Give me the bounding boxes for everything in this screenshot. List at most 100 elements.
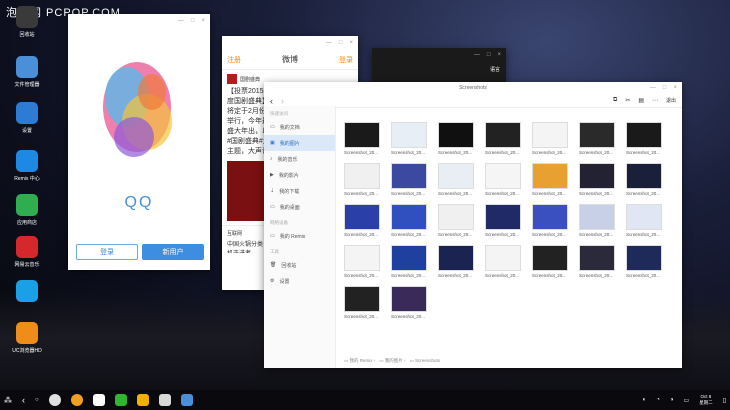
file-item[interactable]: Screenshot_20... bbox=[391, 245, 431, 278]
breadcrumb-item[interactable]: ▭ 我的 Remix › bbox=[344, 358, 375, 364]
search-icon bbox=[16, 280, 38, 302]
more-icon[interactable]: ⋯ bbox=[652, 97, 658, 104]
sidebar-item[interactable]: ▣ 我的图片 bbox=[264, 135, 335, 151]
wechat-icon[interactable] bbox=[114, 394, 127, 406]
file-item[interactable]: Screenshot_20... bbox=[438, 204, 478, 237]
close-icon[interactable]: × bbox=[497, 52, 501, 58]
file-item[interactable]: Screenshot_20... bbox=[344, 245, 384, 278]
file-item[interactable]: Screenshot_20... bbox=[485, 245, 525, 278]
thumbnail bbox=[485, 204, 521, 230]
desktop-icon[interactable]: 设置 bbox=[4, 102, 50, 134]
file-item[interactable]: Screenshot_20... bbox=[438, 122, 478, 155]
clock[interactable]: Oct 8 星期二 bbox=[699, 394, 713, 406]
chrome-icon[interactable] bbox=[48, 394, 61, 406]
sidebar-item-settings[interactable]: ⚙ 设置 bbox=[264, 273, 335, 289]
file-item[interactable]: Screenshot_20... bbox=[438, 245, 478, 278]
sidebar-item[interactable]: ▭ 我的桌面 bbox=[264, 199, 335, 215]
close-icon[interactable]: × bbox=[673, 85, 677, 91]
back-icon[interactable]: ‹ bbox=[22, 395, 25, 405]
back-icon[interactable]: ‹ bbox=[270, 96, 273, 106]
thumbnail bbox=[344, 122, 380, 148]
close-icon[interactable]: × bbox=[201, 18, 205, 24]
photo-icon[interactable] bbox=[136, 394, 149, 406]
section-label: 网络设备 bbox=[270, 220, 288, 225]
desktop-icon[interactable]: Remix 中心 bbox=[4, 150, 50, 182]
sidebar-item-trash[interactable]: 🗑 回收站 bbox=[264, 257, 335, 273]
file-item[interactable]: Screenshot_20... bbox=[391, 204, 431, 237]
maximize-icon[interactable]: □ bbox=[663, 85, 667, 91]
file-item[interactable]: Screenshot_20... bbox=[438, 163, 478, 196]
file-item[interactable]: Screenshot_20... bbox=[626, 122, 666, 155]
desktop-icon[interactable]: 应用商店 bbox=[4, 194, 50, 226]
sidebar-item[interactable]: ⇣ 我的下载 bbox=[264, 183, 335, 199]
file-item[interactable]: Screenshot_20... bbox=[579, 163, 619, 196]
folder-icon[interactable] bbox=[180, 394, 193, 406]
minimize-icon[interactable]: — bbox=[474, 52, 480, 58]
sidebar-item[interactable]: ▭ 我的文档 bbox=[264, 119, 335, 135]
login-link[interactable]: 登录 bbox=[339, 55, 353, 65]
file-item[interactable]: Screenshot_20... bbox=[344, 122, 384, 155]
sidebar-item-label: 我的桌面 bbox=[279, 204, 300, 211]
battery-icon[interactable]: ▭ bbox=[684, 397, 690, 404]
file-item[interactable]: Screenshot_20... bbox=[532, 122, 572, 155]
wifi-icon[interactable]: ◔ bbox=[656, 397, 660, 403]
breadcrumb-item[interactable]: ▭ 我的图片 › bbox=[379, 358, 405, 364]
file-item[interactable]: Screenshot_20... bbox=[626, 245, 666, 278]
desktop-icon[interactable]: 网易云音乐 bbox=[4, 236, 50, 268]
file-name: Screenshot_20... bbox=[485, 232, 520, 237]
avatar-icon[interactable] bbox=[92, 394, 105, 406]
exit-button[interactable]: 退出 bbox=[666, 97, 676, 104]
file-item[interactable]: Screenshot_20... bbox=[579, 245, 619, 278]
maximize-icon[interactable]: □ bbox=[339, 40, 343, 46]
file-icon[interactable] bbox=[158, 394, 171, 406]
file-item[interactable]: Screenshot_20... bbox=[626, 163, 666, 196]
file-item[interactable]: Screenshot_20... bbox=[485, 204, 525, 237]
minimize-icon[interactable]: — bbox=[178, 18, 184, 24]
maximize-icon[interactable]: □ bbox=[487, 52, 491, 58]
cut-icon[interactable]: ✂ bbox=[625, 97, 630, 104]
minimize-icon[interactable]: — bbox=[650, 85, 656, 91]
sidebar-item[interactable]: ▶ 我的影片 bbox=[264, 167, 335, 183]
desktop-icon[interactable]: UC浏览器HD bbox=[4, 322, 50, 354]
file-item[interactable]: Screenshot_20... bbox=[579, 122, 619, 155]
new-user-button[interactable]: 新用户 bbox=[142, 244, 204, 260]
breadcrumb-item[interactable]: ▭ Screenshots bbox=[410, 358, 441, 364]
file-item[interactable]: Screenshot_20... bbox=[626, 204, 666, 237]
file-name: Screenshot_20... bbox=[438, 232, 473, 237]
close-icon[interactable]: × bbox=[349, 40, 353, 46]
desktop-icon[interactable]: 文件管理器 bbox=[4, 56, 50, 88]
thumbnail bbox=[579, 163, 615, 189]
file-item[interactable]: Screenshot_20... bbox=[532, 163, 572, 196]
file-item[interactable]: Screenshot_20... bbox=[344, 204, 384, 237]
thumbnail bbox=[485, 245, 521, 271]
home-icon[interactable]: ○ bbox=[35, 397, 39, 403]
forward-icon[interactable]: › bbox=[281, 96, 284, 106]
file-item[interactable]: Screenshot_20... bbox=[532, 245, 572, 278]
file-item[interactable]: Screenshot_20... bbox=[579, 204, 619, 237]
desktop-icon[interactable] bbox=[4, 280, 50, 305]
paste-icon[interactable]: ▤ bbox=[638, 97, 644, 104]
desktop-icon-label: 文件管理器 bbox=[14, 82, 40, 88]
file-item[interactable]: Screenshot_20... bbox=[532, 204, 572, 237]
notification-icon[interactable]: ▯ bbox=[723, 397, 726, 404]
file-item[interactable]: Screenshot_20... bbox=[391, 163, 431, 196]
volume-icon[interactable]: ◑ bbox=[670, 397, 674, 403]
copy-icon[interactable]: ⧉ bbox=[613, 97, 617, 104]
login-button[interactable]: 登录 bbox=[76, 244, 138, 260]
file-item[interactable]: Screenshot_20... bbox=[485, 122, 525, 155]
desktop-icon[interactable]: 回收站 bbox=[4, 6, 50, 38]
file-item[interactable]: Screenshot_20... bbox=[344, 163, 384, 196]
file-item[interactable]: Screenshot_20... bbox=[344, 286, 384, 319]
sidebar-item-remix[interactable]: ▭ 我的 Remix bbox=[264, 228, 335, 244]
uc-browser-icon[interactable] bbox=[70, 394, 83, 406]
file-item[interactable]: Screenshot_20... bbox=[391, 122, 431, 155]
file-item[interactable]: Screenshot_20... bbox=[485, 163, 525, 196]
start-icon[interactable]: ⁂ bbox=[4, 396, 12, 405]
language-label[interactable]: 语言 bbox=[490, 66, 500, 73]
network-icon[interactable]: ◐ bbox=[643, 397, 647, 403]
minimize-icon[interactable]: — bbox=[326, 40, 332, 46]
file-item[interactable]: Screenshot_20... bbox=[391, 286, 431, 319]
sidebar-item[interactable]: ♪ 我的音乐 bbox=[264, 151, 335, 167]
register-link[interactable]: 注册 bbox=[227, 55, 241, 65]
maximize-icon[interactable]: □ bbox=[191, 18, 195, 24]
